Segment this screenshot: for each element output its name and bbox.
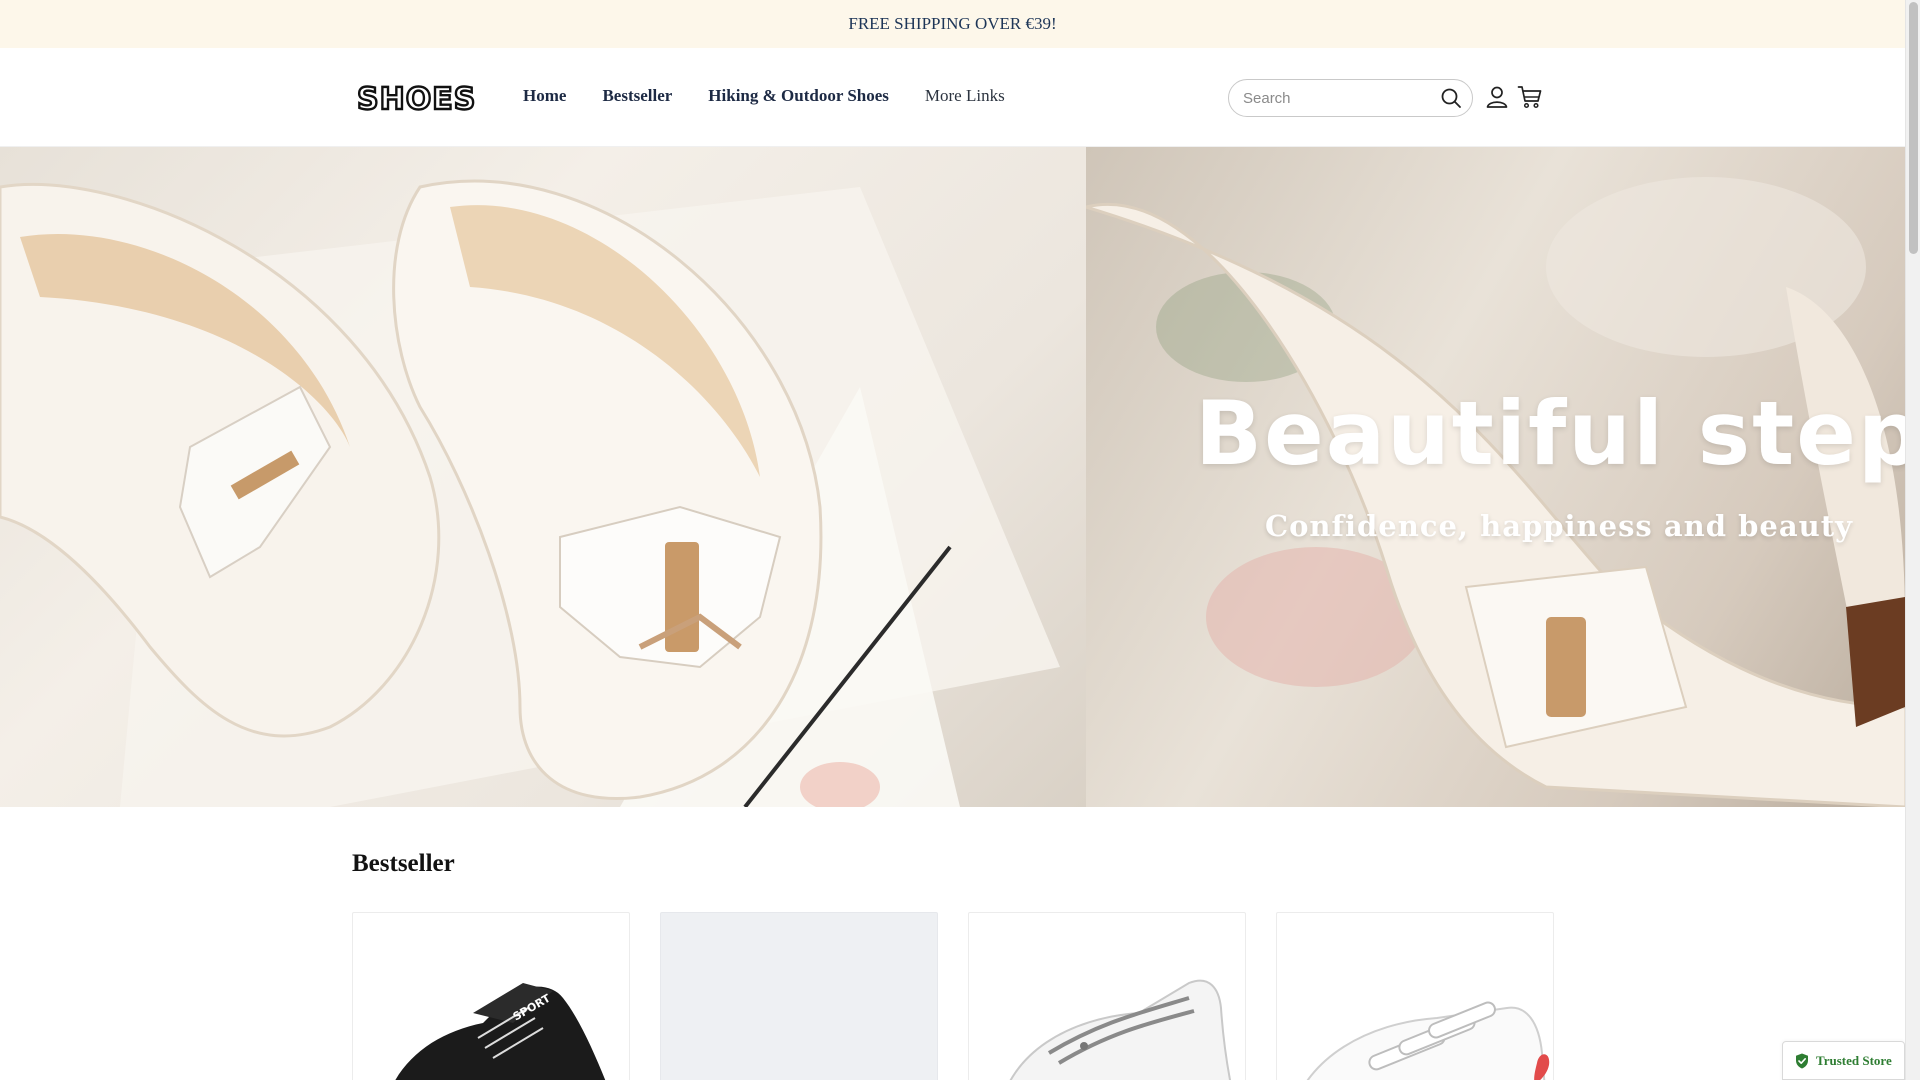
- product-card[interactable]: [1276, 912, 1554, 1080]
- search-input[interactable]: [1243, 89, 1433, 107]
- hero-title: Beautiful step: [1195, 382, 1905, 485]
- trusted-store-label: Trusted Store: [1816, 1052, 1892, 1068]
- bestseller-heading: Bestseller: [352, 850, 455, 877]
- cart-icon[interactable]: [1517, 84, 1543, 110]
- main-nav: Home Bestseller Hiking & Outdoor Shoes M…: [523, 86, 1041, 106]
- page: FREE SHIPPING OVER €39! SHOES Home Bests…: [0, 0, 1905, 1080]
- white-velcro-sneaker-image: [1306, 1001, 1550, 1080]
- hero-banner[interactable]: Beautiful step Confidence, happiness and…: [0, 147, 1905, 807]
- product-card[interactable]: SPORT: [352, 912, 630, 1080]
- black-sneaker-image: SPORT: [395, 983, 606, 1080]
- announcement-text: FREE SHIPPING OVER €39!: [848, 14, 1057, 33]
- product-card[interactable]: [660, 912, 938, 1080]
- white-sneaker-image: [1009, 979, 1231, 1080]
- nav-bestseller[interactable]: Bestseller: [602, 86, 672, 106]
- trusted-store-badge[interactable]: Trusted Store: [1782, 1041, 1905, 1080]
- nav-hiking-outdoor[interactable]: Hiking & Outdoor Shoes: [708, 86, 889, 106]
- product-card[interactable]: [968, 912, 1246, 1080]
- shield-check-icon: [1796, 1053, 1808, 1068]
- scrollbar-thumb[interactable]: [1909, 2, 1918, 254]
- svg-text:SHOES: SHOES: [357, 82, 476, 116]
- search-box: [1228, 79, 1473, 117]
- nav-home[interactable]: Home: [523, 86, 566, 106]
- announcement-bar: FREE SHIPPING OVER €39!: [0, 0, 1905, 48]
- nav-more-links[interactable]: More Links: [925, 86, 1005, 106]
- user-icon[interactable]: [1484, 84, 1510, 110]
- shoes-logo[interactable]: SHOES: [355, 80, 479, 118]
- page-scrollbar[interactable]: [1905, 0, 1920, 1080]
- search-icon[interactable]: [1440, 87, 1462, 109]
- hero-image-left: [0, 147, 1086, 807]
- hero-subtitle: Confidence, happiness and beauty: [1265, 509, 1853, 543]
- site-header: SHOES Home Bestseller Hiking & Outdoor S…: [0, 48, 1905, 147]
